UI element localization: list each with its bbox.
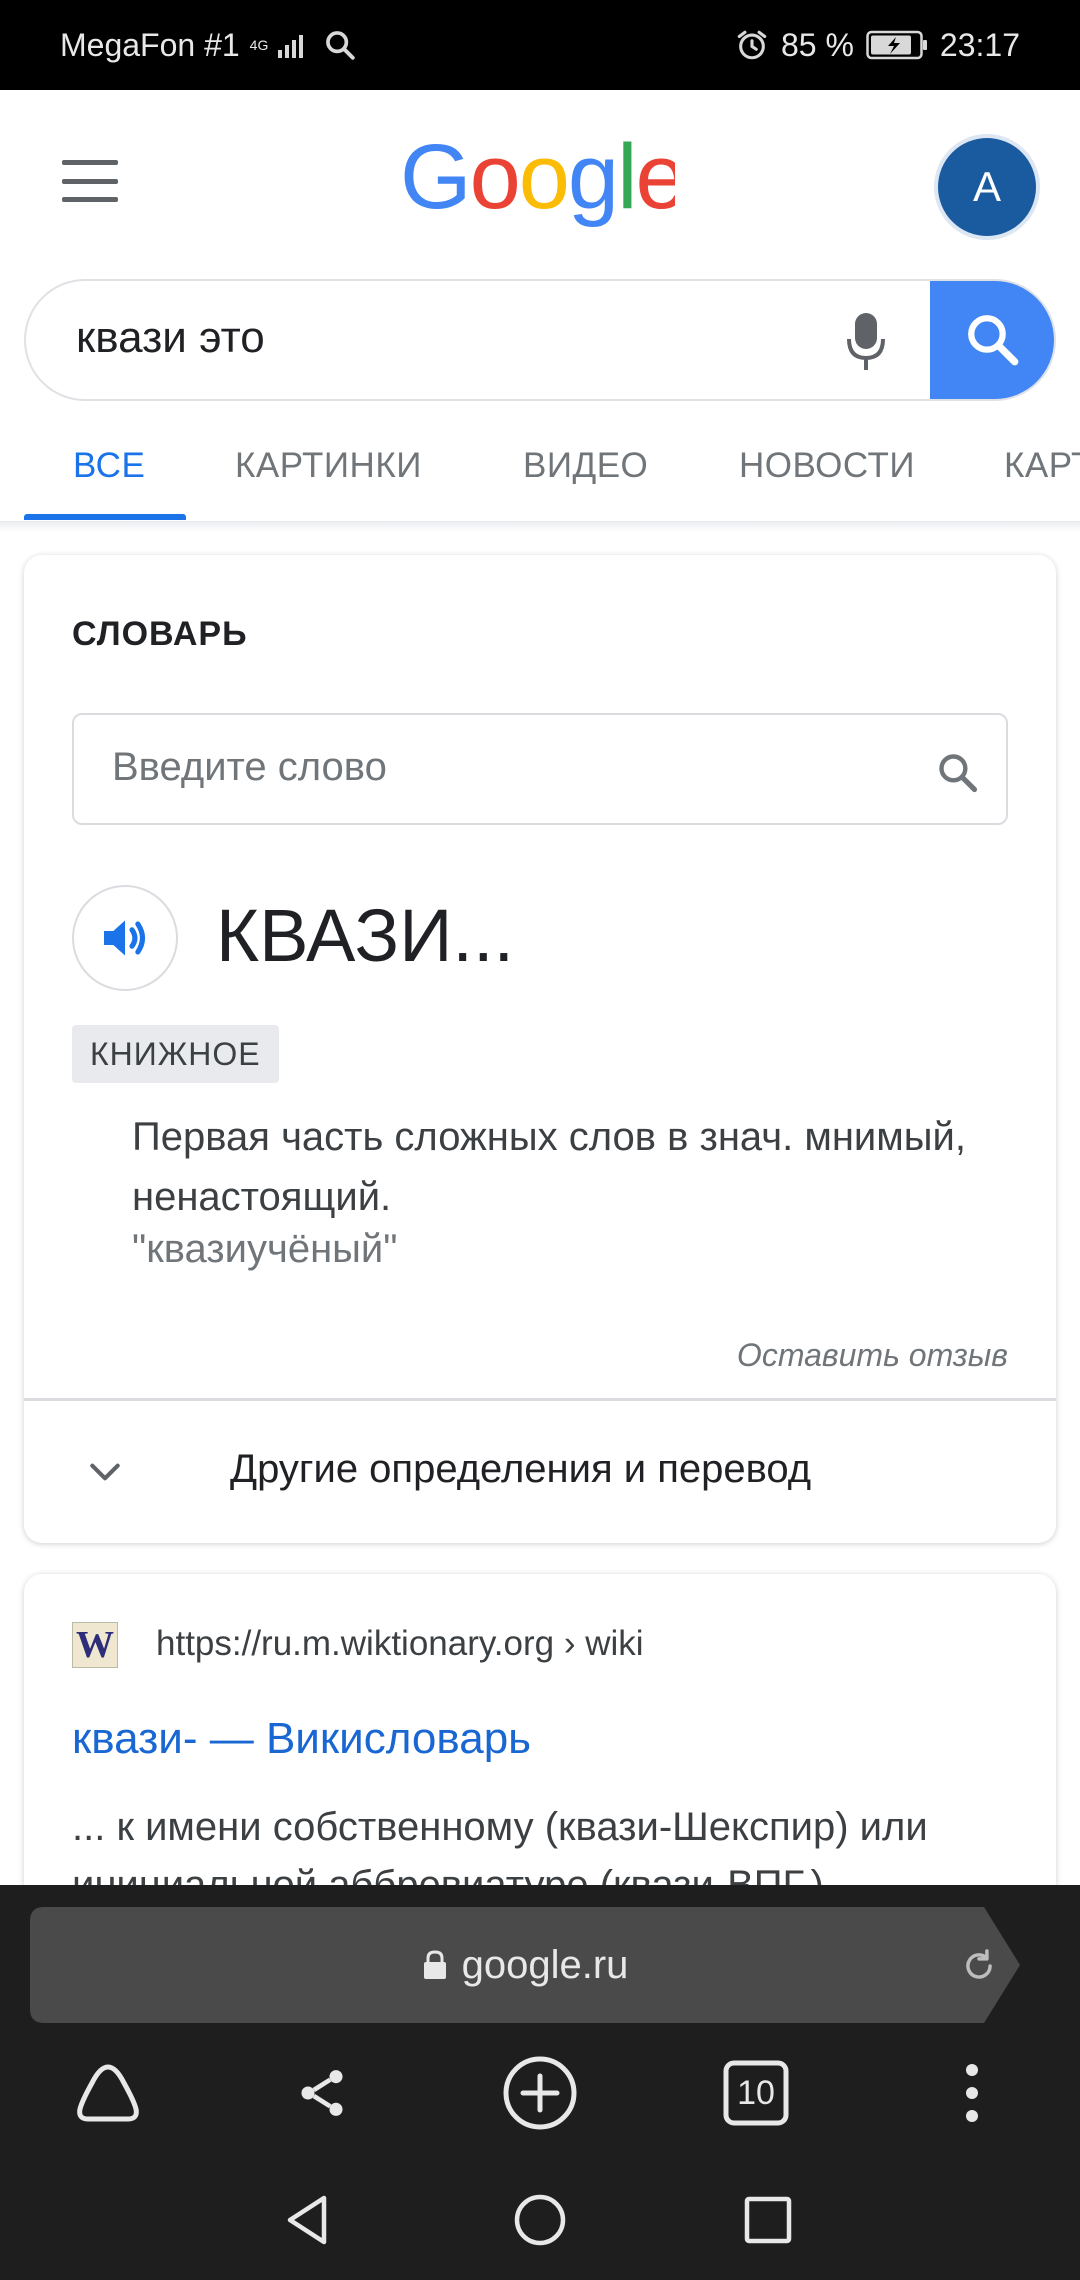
alarm-icon — [737, 30, 767, 60]
share-icon[interactable] — [282, 2053, 362, 2133]
result-url[interactable]: https://ru.m.wiktionary.org › wiki — [156, 1624, 644, 1664]
new-tab-icon[interactable] — [500, 2053, 580, 2133]
active-tab-indicator — [24, 514, 186, 520]
more-definitions-toggle[interactable]: Другие определения и перевод — [24, 1401, 1056, 1543]
google-logo[interactable]: Google — [400, 130, 675, 230]
more-definitions-label: Другие определения и перевод — [230, 1447, 812, 1491]
register-badge: КНИЖНОЕ — [72, 1025, 279, 1083]
tab-all[interactable]: ВСЕ — [73, 446, 145, 486]
tab-news[interactable]: НОВОСТИ — [739, 446, 915, 486]
dictionary-input[interactable]: Введите слово — [72, 713, 1008, 825]
search-icon — [968, 315, 1019, 366]
share-shape — [301, 2070, 343, 2116]
search-bar[interactable]: квази это — [24, 279, 1056, 401]
tab-count: 10 — [737, 2073, 775, 2112]
tab-maps[interactable]: КАРТЫ — [1004, 446, 1080, 486]
tabs-counter-button[interactable]: 10 — [716, 2053, 796, 2133]
back-icon[interactable] — [278, 2190, 338, 2250]
example-text: "квазиучёный" — [132, 1227, 398, 1271]
address-bar[interactable]: google.ru — [30, 1907, 1020, 2023]
favicon-letter: W — [76, 1624, 114, 1666]
more-vert-shape — [966, 2064, 978, 2122]
network-type-label: 4G — [249, 37, 269, 53]
battery-percent: 85 % — [780, 26, 854, 63]
alice-shape — [77, 2064, 139, 2122]
menu-icon[interactable] — [62, 160, 118, 202]
speaker-icon — [104, 920, 146, 956]
chevron-down-icon — [90, 1463, 120, 1481]
wiktionary-favicon-icon: W — [72, 1622, 118, 1668]
system-navigation-bar — [0, 2160, 1080, 2280]
reload-icon[interactable] — [960, 1947, 998, 1985]
microphone-icon[interactable] — [844, 311, 888, 373]
address-text: google.ru — [461, 1942, 629, 1987]
dictionary-input-placeholder: Введите слово — [112, 745, 387, 789]
recents-icon[interactable] — [738, 2190, 798, 2250]
avatar-letter: A — [972, 163, 1001, 210]
signal-icon — [277, 32, 303, 58]
screen: MegaFon #1 4G 85 % 23:17 Google A квази … — [0, 0, 1080, 2280]
svg-text:Google: Google — [400, 130, 675, 228]
carrier-label: MegaFon #1 — [60, 26, 240, 63]
lock-icon — [423, 1950, 446, 1979]
more-vert-icon[interactable] — [932, 2053, 1012, 2133]
search-icon — [325, 31, 355, 60]
account-avatar[interactable]: A — [938, 138, 1036, 236]
pronunciation-button[interactable] — [72, 885, 178, 991]
feedback-link[interactable]: Оставить отзыв — [737, 1337, 1008, 1374]
status-bar: MegaFon #1 4G 85 % 23:17 — [0, 0, 1080, 90]
alice-icon[interactable] — [68, 2053, 148, 2133]
clock: 23:17 — [939, 26, 1020, 63]
google-header: Google A — [0, 90, 1080, 275]
search-icon[interactable] — [936, 751, 980, 795]
dictionary-title: СЛОВАРЬ — [72, 615, 248, 653]
definition-text: Первая часть сложных слов в знач. мнимый… — [132, 1115, 966, 1219]
dictionary-word: КВАЗИ... — [216, 894, 515, 977]
search-tabs: ВСЕ КАРТИНКИ ВИДЕО НОВОСТИ КАРТЫ — [0, 420, 1080, 522]
tabs-shadow — [0, 522, 1080, 532]
dictionary-card: СЛОВАРЬ Введите слово КВАЗИ... КНИЖНОЕ П… — [24, 555, 1056, 1543]
result-title-link[interactable]: квази- — Викисловарь — [72, 1714, 531, 1764]
tab-video[interactable]: ВИДЕО — [523, 446, 648, 486]
new-tab-shape — [503, 2056, 577, 2130]
battery-icon — [866, 30, 927, 60]
search-input[interactable]: квази это — [76, 313, 265, 363]
tab-images[interactable]: КАРТИНКИ — [235, 446, 422, 486]
home-icon[interactable] — [510, 2190, 570, 2250]
search-button[interactable] — [930, 281, 1054, 399]
